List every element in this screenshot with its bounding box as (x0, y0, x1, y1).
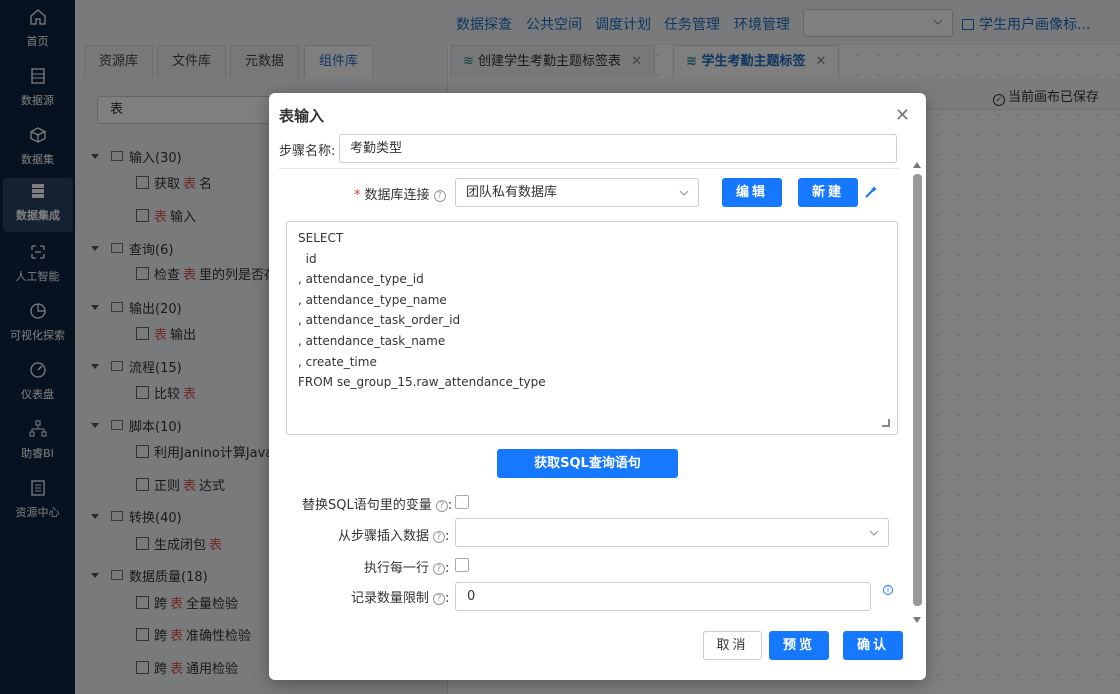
help-icon[interactable]: ? (435, 500, 448, 512)
table-input-dialog: 表输入 ✕ 步骤名称: 考勤类型 * 数据库连接? 团队私有数据库 编辑 新建 S… (269, 93, 926, 680)
help-icon[interactable]: ? (433, 563, 446, 575)
preview-button[interactable]: 预览 (769, 631, 829, 660)
resize-handle-icon[interactable] (882, 419, 890, 427)
replace-var-checkbox[interactable] (455, 495, 469, 509)
wand-icon[interactable] (864, 185, 878, 199)
label-text: 从步骤插入数据 (338, 529, 430, 544)
label-text: 执行每一行 (364, 561, 430, 576)
scrollbar-thumb[interactable] (913, 174, 922, 606)
chevron-down-icon (869, 530, 879, 536)
edit-button[interactable]: 编辑 (722, 178, 782, 207)
confirm-button[interactable]: 确认 (843, 631, 903, 660)
help-icon[interactable]: ? (433, 190, 446, 202)
scroll-down-icon[interactable] (913, 617, 921, 623)
help-icon[interactable]: ? (433, 531, 446, 543)
db-label-text: 数据库连接 (364, 188, 430, 203)
insert-from-step-select[interactable] (455, 518, 889, 547)
help-icon[interactable]: ? (433, 593, 446, 605)
db-connection-label: * 数据库连接? (354, 184, 446, 203)
scroll-up-icon[interactable] (913, 162, 921, 168)
label-text: 记录数量限制 (351, 591, 430, 606)
db-connection-select[interactable]: 团队私有数据库 (455, 178, 699, 207)
get-sql-button[interactable]: 获取SQL查询语句 (497, 449, 678, 478)
db-select-value: 团队私有数据库 (466, 185, 558, 200)
chevron-down-icon (679, 190, 689, 196)
exec-each-row-checkbox[interactable] (455, 558, 469, 572)
new-button[interactable]: 新建 (798, 178, 858, 207)
form-area: * 数据库连接? 团队私有数据库 编辑 新建 SELECT id , attend… (279, 162, 922, 623)
label-text: 替换SQL语句里的变量 (302, 498, 432, 513)
sql-editor[interactable]: SELECT id , attendance_type_id , attenda… (286, 221, 898, 435)
replace-var-label: 替换SQL语句里的变量?: (302, 498, 453, 513)
dialog-title: 表输入 (279, 107, 325, 125)
dialog-scrollbar[interactable] (911, 162, 923, 627)
exec-each-row-label: 执行每一行?: (364, 561, 450, 576)
insert-from-step-label: 从步骤插入数据?: (338, 529, 450, 544)
info-icon[interactable]: i (883, 585, 893, 595)
limit-input[interactable]: 0 (455, 582, 871, 611)
required-mark: * (354, 188, 361, 203)
cancel-button[interactable]: 取消 (703, 631, 762, 660)
limit-label: 记录数量限制?: (351, 591, 450, 606)
step-name-label: 步骤名称: (279, 144, 336, 159)
close-icon[interactable]: ✕ (895, 105, 910, 126)
step-name-input[interactable]: 考勤类型 (339, 134, 897, 163)
